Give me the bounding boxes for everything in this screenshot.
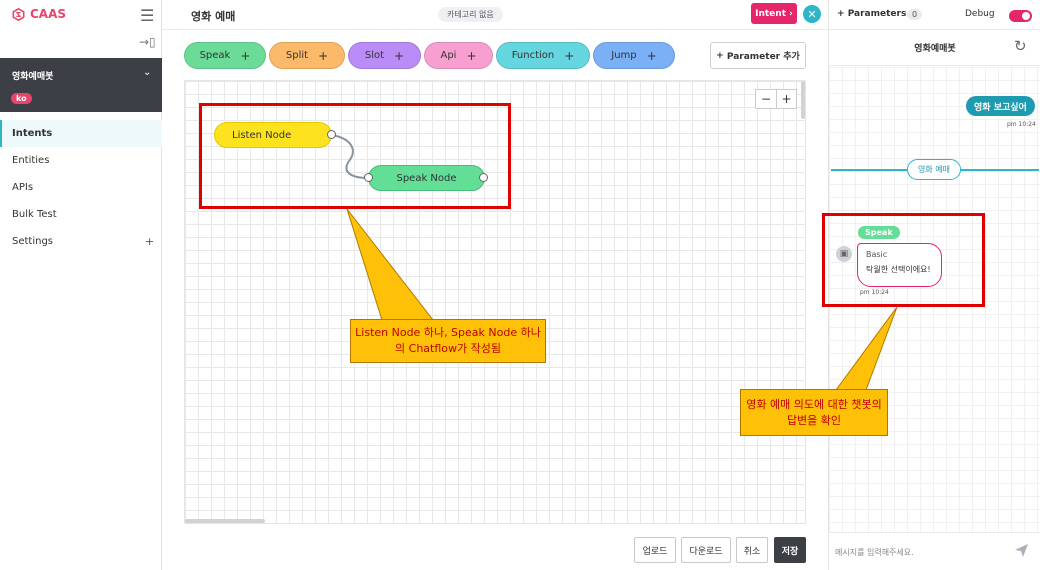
chat-input-row (829, 532, 1040, 570)
main-editor: 영화 예매 카테고리 없음 Intent › ✕ Speak + Split + S… (162, 0, 828, 570)
speak-node-output-port[interactable] (479, 173, 488, 182)
download-button[interactable]: 다운로드 (681, 537, 731, 563)
user-message-time: pm 10:24 (1007, 121, 1036, 128)
close-icon[interactable]: ✕ (803, 5, 821, 23)
node-toolbar: Speak + Split + Slot + Api + Function + Jump +… (162, 40, 828, 72)
node-button-label: Function (511, 50, 555, 61)
refresh-icon[interactable]: ↻ (1014, 37, 1027, 55)
intent-button-label: Intent (755, 8, 786, 19)
bot-message-text: 탁월한 선택이에요! (866, 265, 931, 274)
caas-logo-icon (12, 7, 25, 21)
bot-avatar-icon: ▣ (836, 246, 852, 262)
parameters-toggle[interactable]: + Parameters (837, 9, 906, 19)
zoom-in-button[interactable]: + (776, 90, 796, 108)
cancel-button[interactable]: 취소 (736, 537, 768, 563)
hamburger-menu-icon[interactable]: ☰ (140, 6, 154, 25)
message-input[interactable] (835, 543, 1005, 561)
listen-node-label: Listen Node (232, 129, 292, 141)
debug-toggle[interactable] (1009, 10, 1032, 22)
add-api-node-button[interactable]: Api + (424, 42, 493, 69)
bot-message-type: Basic (866, 250, 888, 259)
add-slot-node-button[interactable]: Slot + (348, 42, 421, 69)
parameter-add-label: Parameter 추가 (726, 52, 800, 62)
panel-header: + Parameters 0 Debug (829, 0, 1040, 30)
brand-logo[interactable]: CAAS (12, 7, 66, 21)
flow-callout: Listen Node 하나, Speak Node 하나의 Chatflow가… (350, 319, 546, 363)
sidebar-item-label: Intents (12, 128, 53, 139)
editor-header: 영화 예매 카테고리 없음 Intent › ✕ (162, 0, 828, 30)
plus-icon: + (466, 48, 477, 63)
upload-button[interactable]: 업로드 (634, 537, 676, 563)
horizontal-scrollbar[interactable] (185, 519, 265, 523)
chevron-right-icon: › (789, 8, 793, 19)
sidebar-item-apis[interactable]: APIs (0, 174, 162, 201)
parameters-label: Parameters (847, 9, 907, 19)
brand-name: CAAS (30, 7, 67, 21)
chat-messages: 영화 보고싶어 pm 10:24 영화 예매 Speak ▣ Basic 탁월한… (829, 67, 1040, 532)
add-jump-node-button[interactable]: Jump + (593, 42, 675, 69)
chat-test-panel: + Parameters 0 Debug 영화예매봇 ↻ 영화 보고싶어 pm … (828, 0, 1040, 570)
plus-icon: + (318, 48, 329, 63)
collapse-sidebar-icon[interactable]: →▯ (139, 35, 156, 49)
page-title: 영화 예매 (191, 10, 236, 23)
bot-message-bubble: Basic 탁월한 선택이에요! (857, 243, 942, 287)
sidebar-item-bulk-test[interactable]: Bulk Test (0, 201, 162, 228)
add-function-node-button[interactable]: Function + (496, 42, 590, 69)
user-message-bubble: 영화 보고싶어 (966, 96, 1035, 116)
bot-message-time: pm 10:24 (860, 289, 889, 296)
sidebar-item-entities[interactable]: Entities (0, 147, 162, 174)
node-button-label: Api (440, 50, 457, 61)
bot-name: 영화예매봇 (12, 72, 54, 82)
plus-icon: + (716, 50, 724, 61)
chat-callout: 영화 예매 의도에 대한 챗봇의 답변을 확인 (740, 389, 888, 436)
add-speak-node-button[interactable]: Speak + (184, 42, 266, 69)
speak-node-label: Speak Node (396, 172, 457, 184)
add-split-node-button[interactable]: Split + (269, 42, 345, 69)
debug-label: Debug (965, 9, 995, 19)
intent-tag: 영화 예매 (907, 159, 961, 180)
zoom-controls: − + (755, 89, 797, 109)
intent-button[interactable]: Intent › (751, 3, 797, 24)
flow-canvas[interactable]: − + Listen Node Speak Node (184, 80, 806, 524)
plus-icon: + (564, 48, 575, 63)
speak-node[interactable]: Speak Node (364, 165, 488, 191)
zoom-out-button[interactable]: − (756, 90, 776, 108)
listen-node[interactable]: Listen Node (214, 122, 336, 148)
expand-plus-icon[interactable]: + (145, 235, 154, 248)
sidebar-item-label: APIs (12, 182, 34, 193)
sidebar-item-label: Settings (12, 236, 54, 247)
save-button[interactable]: 저장 (774, 537, 806, 563)
sidebar: CAAS ☰ →▯ 영화예매봇 ⌄ ko Intents Entities AP… (0, 0, 162, 570)
sidebar-item-intents[interactable]: Intents (0, 120, 162, 147)
sidebar-item-label: Bulk Test (12, 209, 57, 220)
sidebar-item-settings[interactable]: Settings + (0, 228, 162, 255)
plus-icon: + (646, 48, 657, 63)
speak-node-tag: Speak (858, 226, 900, 239)
vertical-scrollbar[interactable] (801, 81, 805, 119)
sidebar-item-label: Entities (12, 155, 50, 166)
node-button-label: Speak (199, 50, 231, 61)
speak-node-input-port[interactable] (364, 173, 373, 182)
chat-bot-name: 영화예매봇 (914, 44, 956, 54)
node-button-label: Split (285, 50, 309, 61)
chevron-down-icon: ⌄ (143, 67, 152, 78)
category-badge[interactable]: 카테고리 없음 (438, 7, 503, 22)
node-button-label: Jump (611, 50, 637, 61)
plus-icon: + (240, 48, 251, 63)
sidebar-nav: Intents Entities APIs Bulk Test Settings… (0, 120, 162, 255)
bot-selector[interactable]: 영화예매봇 ⌄ ko (0, 58, 162, 112)
language-badge: ko (11, 93, 32, 104)
plus-icon: + (394, 48, 405, 63)
chat-header: 영화예매봇 ↻ (829, 30, 1040, 66)
node-button-label: Slot (364, 50, 385, 61)
parameters-count-badge: 0 (907, 9, 923, 20)
parameter-add-button[interactable]: + Parameter 추가 (710, 42, 806, 69)
listen-node-output-port[interactable] (327, 130, 336, 139)
send-icon[interactable] (1014, 543, 1029, 558)
